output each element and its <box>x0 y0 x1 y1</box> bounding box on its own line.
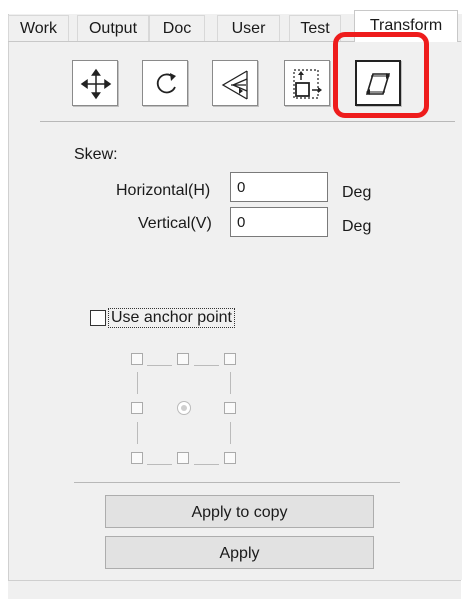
tab-work[interactable]: Work <box>8 15 69 41</box>
move-tool-button[interactable] <box>72 60 118 106</box>
anchor-connector <box>194 464 219 465</box>
mirror-icon <box>221 70 248 100</box>
skew-section-label: Skew: <box>74 146 118 163</box>
tab-test[interactable]: Test <box>289 15 341 41</box>
anchor-connector <box>137 372 138 394</box>
vertical-unit-label: Deg <box>342 218 372 235</box>
vertical-skew-input[interactable] <box>230 207 328 237</box>
anchor-top-right[interactable] <box>224 353 236 365</box>
resize-icon <box>293 69 322 99</box>
anchor-middle-left[interactable] <box>131 402 143 414</box>
anchor-connector <box>147 365 172 366</box>
horizontal-unit-label: Deg <box>342 184 372 201</box>
resize-tool-button[interactable] <box>284 60 330 106</box>
toolbar-divider <box>40 121 455 122</box>
horizontal-label: Horizontal(H) <box>116 182 211 199</box>
anchor-connector <box>230 422 231 444</box>
mirror-tool-button[interactable] <box>212 60 258 106</box>
apply-to-copy-button[interactable]: Apply to copy <box>105 495 374 528</box>
tab-doc[interactable]: Doc <box>149 15 205 41</box>
use-anchor-checkbox[interactable] <box>90 310 106 326</box>
rotate-tool-button[interactable] <box>142 60 188 106</box>
anchor-connector <box>194 365 219 366</box>
tab-user[interactable]: User <box>217 15 280 41</box>
anchor-connector <box>230 372 231 394</box>
anchor-bottom-center[interactable] <box>177 452 189 464</box>
tab-output[interactable]: Output <box>77 15 149 41</box>
anchor-connector <box>137 422 138 444</box>
anchor-connector <box>147 464 172 465</box>
anchor-bottom-left[interactable] <box>131 452 143 464</box>
rotate-icon <box>156 73 176 94</box>
status-strip <box>8 580 461 599</box>
highlight-box <box>333 32 429 118</box>
anchor-middle-right[interactable] <box>224 402 236 414</box>
use-anchor-label[interactable]: Use anchor point <box>108 308 235 328</box>
anchor-bottom-right[interactable] <box>224 452 236 464</box>
anchor-top-center[interactable] <box>177 353 189 365</box>
vertical-label: Vertical(V) <box>138 215 212 232</box>
action-divider <box>74 482 400 483</box>
anchor-center[interactable] <box>177 401 191 415</box>
horizontal-skew-input[interactable] <box>230 172 328 202</box>
apply-button[interactable]: Apply <box>105 536 374 569</box>
move-icon <box>80 68 112 100</box>
anchor-top-left[interactable] <box>131 353 143 365</box>
